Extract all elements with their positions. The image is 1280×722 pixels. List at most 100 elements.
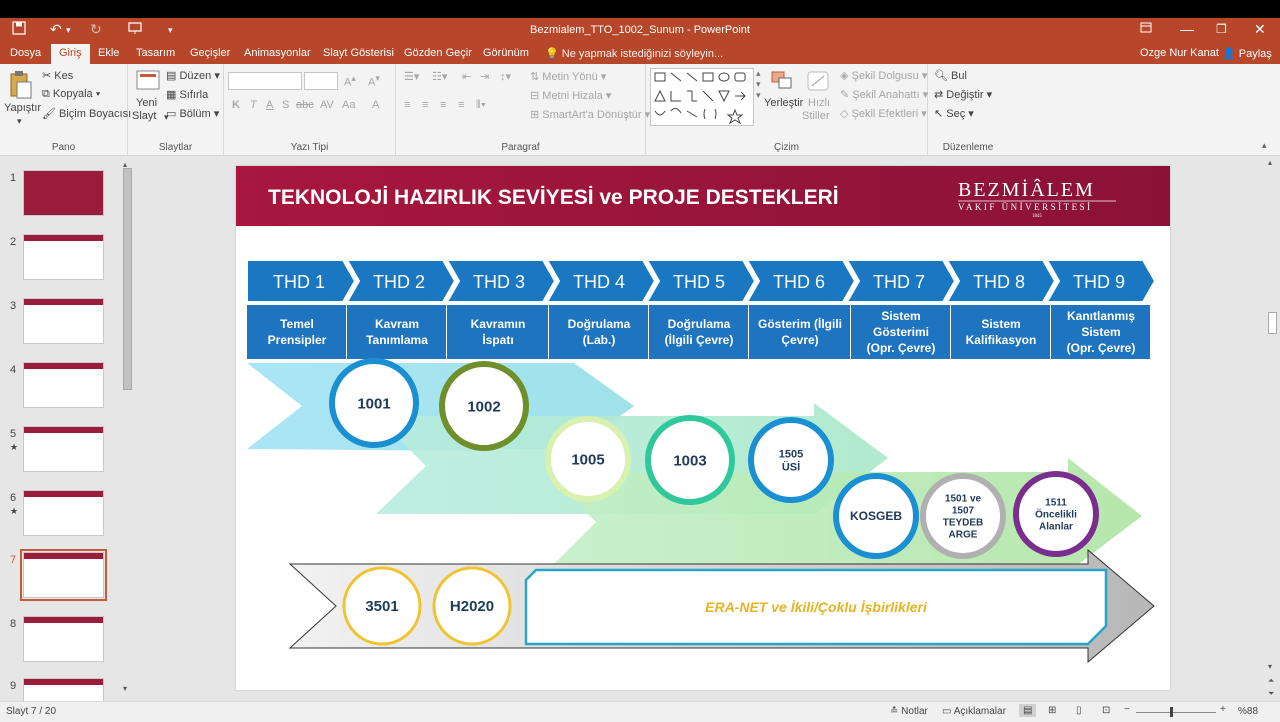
- cut-button[interactable]: ✂ Kes: [42, 69, 73, 82]
- slide-thumbnail[interactable]: [23, 678, 104, 702]
- tab-dosya[interactable]: Dosya: [10, 47, 41, 59]
- slide-thumbnail[interactable]: [23, 298, 104, 344]
- spacing-icon[interactable]: AV: [320, 99, 334, 111]
- text-direction-button[interactable]: ⇅ Metin Yönü ▾: [530, 70, 606, 83]
- shrink-font-icon[interactable]: A▾: [368, 73, 380, 89]
- zoom-in-icon[interactable]: +: [1220, 704, 1226, 715]
- paste-icon[interactable]: [8, 70, 34, 103]
- select-button[interactable]: ↖ Seç ▾: [934, 107, 974, 120]
- arrange-button[interactable]: Yerleştir: [764, 97, 803, 109]
- editor-scroll-thumb[interactable]: [1268, 312, 1277, 334]
- strikethrough-icon[interactable]: abc: [296, 99, 314, 111]
- new-slide-label-1[interactable]: Yeni: [136, 97, 157, 109]
- shadow-icon[interactable]: S: [282, 99, 289, 111]
- columns-icon[interactable]: ⫴▾: [476, 99, 486, 112]
- tab-gecisler[interactable]: Geçişler: [190, 47, 230, 59]
- zoom-slider[interactable]: [1136, 712, 1216, 713]
- font-size-input[interactable]: [304, 72, 338, 90]
- paste-button[interactable]: Yapıştır: [4, 102, 41, 114]
- format-painter-button[interactable]: 🖌 Biçim Boyacısı: [42, 107, 131, 120]
- quick-styles-label-1[interactable]: Hızlı: [808, 97, 830, 109]
- normal-view-icon[interactable]: ▤: [1019, 704, 1037, 717]
- section-button[interactable]: ▭ Bölüm ▾: [166, 107, 219, 120]
- quick-styles-label-2[interactable]: Stiller: [802, 110, 830, 122]
- slide-thumbnail[interactable]: [23, 426, 104, 472]
- tab-gorunum[interactable]: Görünüm: [483, 47, 529, 59]
- change-case-icon[interactable]: Aa: [342, 99, 355, 111]
- thumbnails-scrollbar[interactable]: ▴ ▾: [122, 158, 134, 703]
- bottom-program-label: 3501: [365, 598, 398, 615]
- minimize-icon[interactable]: —: [1180, 21, 1194, 37]
- prev-slide-icon[interactable]: ⏶: [1268, 676, 1274, 686]
- grow-font-icon[interactable]: A▴: [344, 73, 356, 89]
- align-left-icon[interactable]: ≡: [404, 99, 410, 111]
- font-name-input[interactable]: [228, 72, 302, 90]
- ribbon-display-icon[interactable]: [1140, 21, 1152, 37]
- bold-icon[interactable]: K: [232, 99, 240, 111]
- shapes-gallery[interactable]: [650, 68, 754, 126]
- increase-indent-icon[interactable]: ⇥: [480, 70, 489, 83]
- align-center-icon[interactable]: ≡: [422, 99, 428, 111]
- tab-ekle[interactable]: Ekle: [98, 47, 119, 59]
- notes-button[interactable]: ≛ Notlar: [890, 706, 928, 717]
- shape-fill-button[interactable]: ◈ Şekil Dolgusu ▾: [840, 69, 927, 82]
- reading-view-icon[interactable]: ▯: [1076, 705, 1082, 716]
- tab-tasarim[interactable]: Tasarım: [136, 47, 175, 59]
- editor-scrollbar[interactable]: ▴ ▾ ⏶ ⏷: [1266, 156, 1280, 701]
- next-slide-icon[interactable]: ⏷: [1268, 689, 1274, 699]
- align-right-icon[interactable]: ≡: [440, 99, 446, 111]
- line-spacing-icon[interactable]: ↕▾: [500, 70, 511, 83]
- share-button[interactable]: 👤 Paylaş: [1222, 47, 1272, 60]
- shape-outline-button[interactable]: ✎ Şekil Anahattı ▾: [840, 88, 928, 101]
- slideshow-view-icon[interactable]: ⊡: [1102, 705, 1110, 716]
- layout-button[interactable]: ▤ Düzen ▾: [166, 69, 220, 82]
- tab-giris[interactable]: Giriş: [51, 44, 90, 64]
- slide-thumbnail[interactable]: [23, 362, 104, 408]
- bullets-icon[interactable]: ☰▾: [404, 70, 419, 83]
- reset-button[interactable]: ▦ Sıfırla: [166, 88, 208, 101]
- thumbnails-scroll-thumb[interactable]: [123, 168, 132, 390]
- underline-icon[interactable]: A: [266, 99, 273, 111]
- smartart-button[interactable]: ⊞ SmartArt'a Dönüştür ▾: [530, 108, 650, 121]
- slide-thumbnail[interactable]: [23, 234, 104, 280]
- thd-description-line: İspatı: [482, 332, 513, 347]
- decrease-indent-icon[interactable]: ⇤: [462, 70, 471, 83]
- zoom-slider-thumb[interactable]: [1170, 707, 1173, 717]
- tell-me-search[interactable]: 💡 Ne yapmak istediğinizi söyleyin...: [545, 47, 723, 60]
- comments-button[interactable]: ▭ Açıklamalar: [942, 706, 1006, 717]
- maximize-icon[interactable]: ❐: [1216, 22, 1227, 36]
- scroll-down-icon[interactable]: ▾: [123, 684, 127, 693]
- quick-styles-icon[interactable]: [806, 70, 830, 95]
- shapes-more-icon[interactable]: ▴ ▾ ▾: [756, 68, 761, 101]
- close-icon[interactable]: ✕: [1254, 21, 1266, 38]
- justify-icon[interactable]: ≡: [458, 99, 464, 111]
- replace-button[interactable]: ⇄ Değiştir ▾: [934, 88, 992, 101]
- slide-thumbnail[interactable]: [23, 490, 104, 536]
- tab-gozden-gecir[interactable]: Gözden Geçir: [404, 47, 472, 59]
- numbering-icon[interactable]: ☷▾: [432, 70, 447, 83]
- current-slide[interactable]: TEKNOLOJİ HAZIRLIK SEVİYESİ ve PROJE DES…: [236, 166, 1170, 690]
- slide-thumbnail[interactable]: [23, 170, 104, 216]
- italic-icon[interactable]: T: [250, 99, 257, 111]
- paste-dropdown-icon[interactable]: ▾: [17, 116, 22, 127]
- powerpoint-window: ↶ ▾ ↻ ▾ Bezmialem_TTO_1002_Sunum - Power…: [0, 18, 1280, 722]
- slide-sorter-icon[interactable]: ⊞: [1048, 705, 1056, 716]
- arrange-icon[interactable]: [770, 70, 794, 95]
- align-text-button[interactable]: ⊟ Metni Hizala ▾: [530, 89, 611, 102]
- zoom-level[interactable]: %88: [1238, 706, 1258, 717]
- shape-effects-button[interactable]: ◇ Şekil Efektleri ▾: [840, 107, 927, 120]
- font-color-icon[interactable]: A: [372, 99, 379, 111]
- copy-button[interactable]: ⧉ Kopyala ▾: [42, 88, 100, 101]
- user-name[interactable]: Ozge Nur Kanat: [1140, 47, 1219, 59]
- slide-thumbnail[interactable]: [20, 549, 107, 601]
- zoom-out-icon[interactable]: −: [1124, 704, 1130, 715]
- find-button[interactable]: 🔍︎ Bul: [934, 69, 967, 82]
- editor-scroll-down-icon[interactable]: ▾: [1268, 662, 1272, 671]
- new-slide-icon[interactable]: [136, 70, 160, 95]
- collapse-ribbon-icon[interactable]: ▴: [1262, 140, 1267, 151]
- slide-thumbnail[interactable]: [23, 616, 104, 662]
- editor-scroll-up-icon[interactable]: ▴: [1268, 158, 1272, 167]
- new-slide-label-2[interactable]: Slayt: [132, 110, 156, 122]
- tab-slayt-gosterisi[interactable]: Slayt Gösterisi: [323, 47, 394, 59]
- tab-animasyonlar[interactable]: Animasyonlar: [244, 47, 311, 59]
